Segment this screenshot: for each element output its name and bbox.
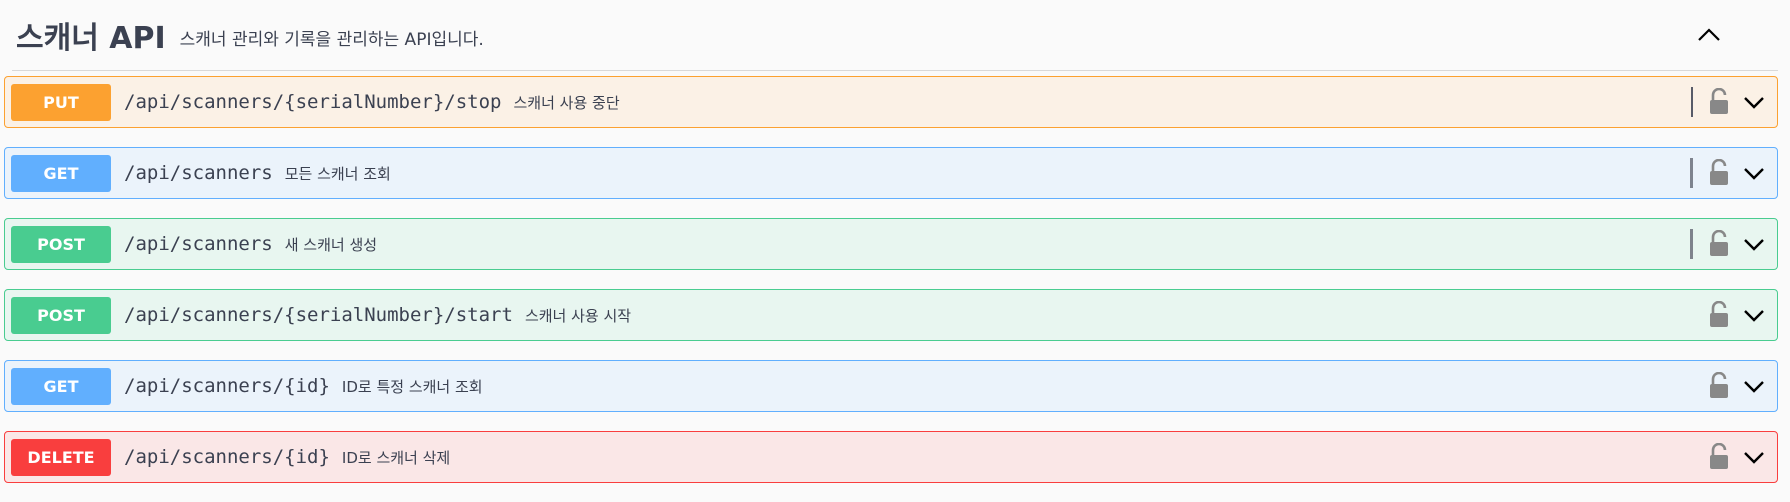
operation-path: /api/scanners/{serialNumber}/stop: [124, 91, 502, 113]
method-badge: POST: [11, 225, 111, 263]
unlocked-padlock-icon[interactable]: [1707, 159, 1731, 187]
chevron-down-icon[interactable]: [1741, 89, 1767, 115]
operation-get-scanner-by-id[interactable]: GET /api/scanners/{id} ID로 특정 스캐너 조회: [4, 360, 1778, 412]
operation-path: /api/scanners/{id}: [124, 375, 330, 397]
operation-post-scanners[interactable]: POST /api/scanners 새 스캐너 생성: [4, 218, 1778, 270]
method-badge: GET: [11, 367, 111, 405]
operation-summary: 모든 스캐너 조회: [284, 164, 391, 183]
method-badge: DELETE: [11, 438, 111, 476]
operation-summary: ID로 특정 스캐너 조회: [341, 377, 483, 396]
section-header[interactable]: 스캐너 API 스캐너 관리와 기록을 관리하는 API입니다.: [12, 0, 1778, 71]
chevron-down-icon[interactable]: [1741, 160, 1767, 186]
operation-path: /api/scanners: [124, 162, 273, 184]
operation-post-scanner-start[interactable]: POST /api/scanners/{serialNumber}/start …: [4, 289, 1778, 341]
chevron-down-icon[interactable]: [1741, 373, 1767, 399]
operation-summary: ID로 스캐너 삭제: [341, 448, 451, 467]
section-description: 스캐너 관리와 기록을 관리하는 API입니다.: [179, 29, 484, 50]
chevron-down-icon[interactable]: [1741, 231, 1767, 257]
operation-delete-scanner[interactable]: DELETE /api/scanners/{id} ID로 스캐너 삭제: [4, 431, 1778, 483]
operation-put-scanner-stop[interactable]: PUT /api/scanners/{serialNumber}/stop 스캐…: [4, 76, 1778, 128]
unlocked-padlock-icon[interactable]: [1707, 372, 1731, 400]
copy-divider: [1690, 229, 1693, 259]
copy-divider: [1690, 158, 1693, 188]
section-title: 스캐너 API: [16, 21, 166, 56]
method-badge: PUT: [11, 83, 111, 121]
chevron-down-icon[interactable]: [1741, 302, 1767, 328]
unlocked-padlock-icon[interactable]: [1707, 301, 1731, 329]
operation-path: /api/scanners/{serialNumber}/start: [124, 304, 513, 326]
unlocked-padlock-icon[interactable]: [1707, 230, 1731, 258]
unlocked-padlock-icon[interactable]: [1707, 88, 1731, 116]
chevron-up-icon[interactable]: [1692, 18, 1726, 52]
operation-summary: 스캐너 사용 중단: [513, 93, 620, 112]
method-badge: GET: [11, 154, 111, 192]
unlocked-padlock-icon[interactable]: [1707, 443, 1731, 471]
operation-path: /api/scanners/{id}: [124, 446, 330, 468]
operation-path: /api/scanners: [124, 233, 273, 255]
copy-divider: [1691, 87, 1693, 117]
method-badge: POST: [11, 296, 111, 334]
operation-summary: 스캐너 사용 시작: [524, 306, 632, 325]
operation-get-scanners[interactable]: GET /api/scanners 모든 스캐너 조회: [4, 147, 1778, 199]
operation-summary: 새 스캐너 생성: [284, 235, 378, 254]
operations-list: PUT /api/scanners/{serialNumber}/stop 스캐…: [4, 76, 1778, 502]
chevron-down-icon[interactable]: [1741, 444, 1767, 470]
